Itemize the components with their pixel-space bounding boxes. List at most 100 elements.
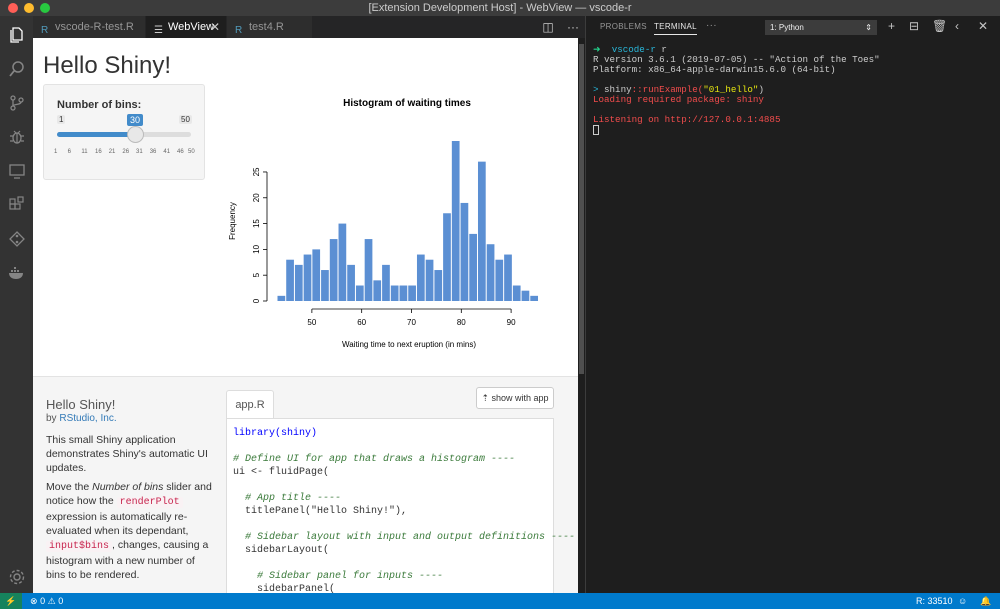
editor-scrollbar[interactable]: [578, 38, 585, 593]
title-bar: [Extension Development Host] - WebView —…: [0, 0, 1000, 16]
tab-vscode-r-test[interactable]: R vscode-R-test.R: [33, 16, 145, 38]
code-line: # App title ----: [233, 493, 342, 504]
trash-icon[interactable]: 🗑: [932, 19, 947, 33]
author-link[interactable]: RStudio, Inc.: [59, 413, 116, 424]
slider-label: Number of bins:: [57, 99, 142, 111]
code-line: # Sidebar panel for inputs ----: [233, 571, 444, 582]
slider-handle[interactable]: [127, 126, 144, 143]
minimize-window-button[interactable]: [24, 3, 34, 13]
y-axis-label: Frequency: [228, 202, 237, 240]
zoom-window-button[interactable]: [40, 3, 50, 13]
histogram-bar: [338, 223, 347, 301]
x-tick-label: 50: [307, 318, 316, 327]
histogram-bar: [277, 295, 286, 301]
new-terminal-icon[interactable]: +: [888, 19, 895, 33]
scrollbar-thumb[interactable]: [579, 44, 584, 374]
tab-label: vscode-R-test.R: [55, 21, 134, 33]
histogram-bar: [364, 239, 373, 301]
more-actions-icon[interactable]: ···: [567, 20, 579, 34]
panel-more-icon[interactable]: ···: [706, 20, 717, 31]
info-paragraph-2: Move the Number of bins slider and notic…: [46, 480, 216, 582]
inline-code-input-bins: input$bins: [46, 541, 113, 552]
arrow-up-icon: ⇡: [481, 393, 489, 403]
tab-label: test4.R: [249, 21, 284, 33]
close-panel-icon[interactable]: ✕: [978, 19, 988, 33]
histogram-bar: [294, 264, 303, 301]
code-line: ui <- fluidPage(: [233, 467, 330, 478]
histogram-bar: [408, 285, 416, 301]
info-byline: by RStudio, Inc.: [46, 413, 117, 424]
histogram-bar: [312, 249, 321, 301]
editor-actions: ◫ ···: [542, 16, 579, 38]
tab-app-r[interactable]: app.R: [226, 390, 274, 418]
source-control-icon[interactable]: [6, 92, 27, 113]
histogram-plot: Histogram of waiting times 50 60 70 80 90 0 5 10…: [228, 98, 539, 349]
terminal-output[interactable]: ➜ vscode-r r R version 3.6.1 (2019-07-05…: [593, 45, 993, 135]
terminal-cursor: [593, 125, 599, 135]
remote-explorer-icon[interactable]: [6, 160, 27, 181]
p2-text-c: expression is automatically re-evaluated…: [46, 511, 189, 537]
terminal-select[interactable]: 1: Python ⇕: [765, 20, 877, 35]
window-title: [Extension Development Host] - WebView —…: [368, 2, 632, 14]
tab-terminal[interactable]: TERMINAL: [654, 22, 697, 35]
remote-indicator[interactable]: ⚡: [0, 593, 22, 609]
bins-slider[interactable]: [57, 132, 191, 137]
chevron-left-icon[interactable]: ‹: [955, 19, 959, 33]
y-tick-label: 15: [252, 219, 261, 228]
tab-webview[interactable]: ☰ WebView ✕: [146, 16, 226, 38]
histogram-bar: [512, 285, 521, 301]
notifications-bell-icon[interactable]: 🔔: [980, 593, 991, 609]
slider-tick-label: 16: [95, 149, 102, 155]
close-tab-icon[interactable]: ✕: [210, 16, 220, 38]
terminal-cursor-line: [593, 125, 993, 135]
x-tick-label: 70: [407, 318, 416, 327]
code-line: library(shiny): [233, 428, 318, 439]
files-icon[interactable]: [6, 24, 27, 45]
docker-icon[interactable]: [6, 262, 27, 283]
histogram-bar: [303, 254, 312, 301]
close-window-button[interactable]: [8, 3, 18, 13]
histogram-bar: [443, 213, 451, 301]
histogram-bar: [416, 254, 425, 301]
settings-gear-icon[interactable]: [6, 566, 27, 587]
git-graph-icon[interactable]: [6, 228, 27, 249]
tab-problems[interactable]: PROBLEMS: [600, 22, 647, 31]
search-icon[interactable]: [6, 58, 27, 79]
split-terminal-icon[interactable]: ⊟: [909, 19, 919, 33]
y-tick-label: 25: [252, 167, 261, 176]
histogram-bar: [504, 254, 512, 301]
histogram-bar: [399, 285, 408, 301]
histogram-bar: [477, 161, 486, 301]
terminal-line: Listening on http://127.0.0.1:4885: [593, 114, 781, 125]
warning-icon: ⚠: [47, 596, 56, 606]
activity-bar: [0, 16, 33, 593]
code-line: titlePanel("Hello Shiny!"),: [233, 506, 408, 517]
histogram-bar: [530, 295, 539, 301]
chevron-updown-icon: ⇕: [865, 23, 872, 32]
show-with-app-button[interactable]: ⇡ show with app: [476, 387, 554, 409]
split-editor-icon[interactable]: ◫: [542, 20, 553, 34]
show-button-label: show with app: [491, 393, 549, 403]
histogram-bar: [460, 202, 469, 301]
code-line: sidebarPanel(: [233, 584, 336, 593]
histogram-bar: [286, 259, 294, 301]
slider-fill: [57, 132, 133, 137]
feedback-icon[interactable]: ☺: [958, 593, 967, 609]
extensions-icon[interactable]: [6, 194, 27, 215]
debug-icon[interactable]: [6, 126, 27, 147]
editor-tab-bar: R vscode-R-test.R ☰ WebView ✕ R test4.R …: [33, 16, 585, 38]
r-session-status[interactable]: R: 33510: [916, 593, 953, 609]
tab-test4[interactable]: R test4.R: [227, 16, 312, 38]
status-bar: ⚡ ⊗ 0 ⚠ 0 R: 33510 ☺ 🔔: [0, 593, 1000, 609]
p2-emphasis: Number of bins: [92, 481, 164, 493]
y-tick-label: 0: [252, 298, 261, 303]
slider-tick-label: 1: [54, 149, 58, 155]
problems-status[interactable]: ⊗ 0 ⚠ 0: [30, 593, 63, 609]
histogram-bar: [425, 259, 434, 301]
vscode-window: [Extension Development Host] - WebView —…: [0, 0, 1000, 609]
histogram-bar: [521, 290, 530, 301]
